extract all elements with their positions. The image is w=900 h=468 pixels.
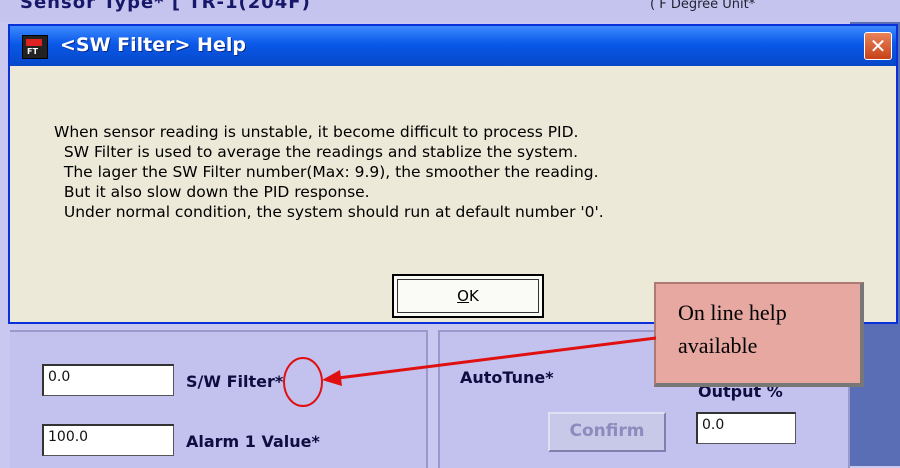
dialog-titlebar[interactable]: FT <SW Filter> Help ✕ [10, 26, 896, 66]
ok-button[interactable]: OK [392, 274, 544, 318]
close-icon[interactable]: ✕ [864, 32, 892, 60]
background-toolbar: Sensor Type* [ TR-1(204F) ( F Degree Uni… [0, 0, 900, 22]
help-message-line: The lager the SW Filter number(Max: 9.9)… [54, 163, 599, 181]
sw-filter-input[interactable]: 0.0 [42, 364, 174, 396]
confirm-button[interactable]: Confirm [548, 412, 666, 452]
dialog-title: <SW Filter> Help [60, 34, 246, 56]
filter-alarm-panel: 0.0 S/W Filter* 100.0 Alarm 1 Value* [10, 330, 428, 468]
online-help-callout: On line help available [654, 282, 864, 387]
help-message-line: Under normal condition, the system shoul… [54, 203, 604, 221]
app-icon-text: FT [27, 47, 38, 56]
autotune-label: AutoTune* [460, 368, 554, 387]
ok-button-label: OK [457, 287, 479, 305]
output-percent-input[interactable]: 0.0 [696, 412, 796, 444]
degree-unit-label: ( F Degree Unit* [650, 0, 756, 12]
alarm1-value-input[interactable]: 100.0 [42, 424, 174, 456]
alarm1-value-label: Alarm 1 Value* [186, 432, 320, 451]
help-message-line: SW Filter is used to average the reading… [54, 143, 578, 161]
callout-line-1: On line help [678, 300, 787, 325]
sw-filter-label[interactable]: S/W Filter* [186, 372, 283, 391]
sw-filter-help-dialog: FT <SW Filter> Help ✕ When sensor readin… [8, 24, 898, 324]
sensor-type-label: Sensor Type* [ TR-1(204F) [20, 0, 311, 13]
help-message: When sensor reading is unstable, it beco… [54, 122, 604, 222]
help-message-line: But it also slow down the PID response. [54, 183, 370, 201]
callout-line-2: available [678, 333, 758, 358]
help-message-line: When sensor reading is unstable, it beco… [54, 123, 579, 141]
app-icon: FT [22, 35, 48, 59]
